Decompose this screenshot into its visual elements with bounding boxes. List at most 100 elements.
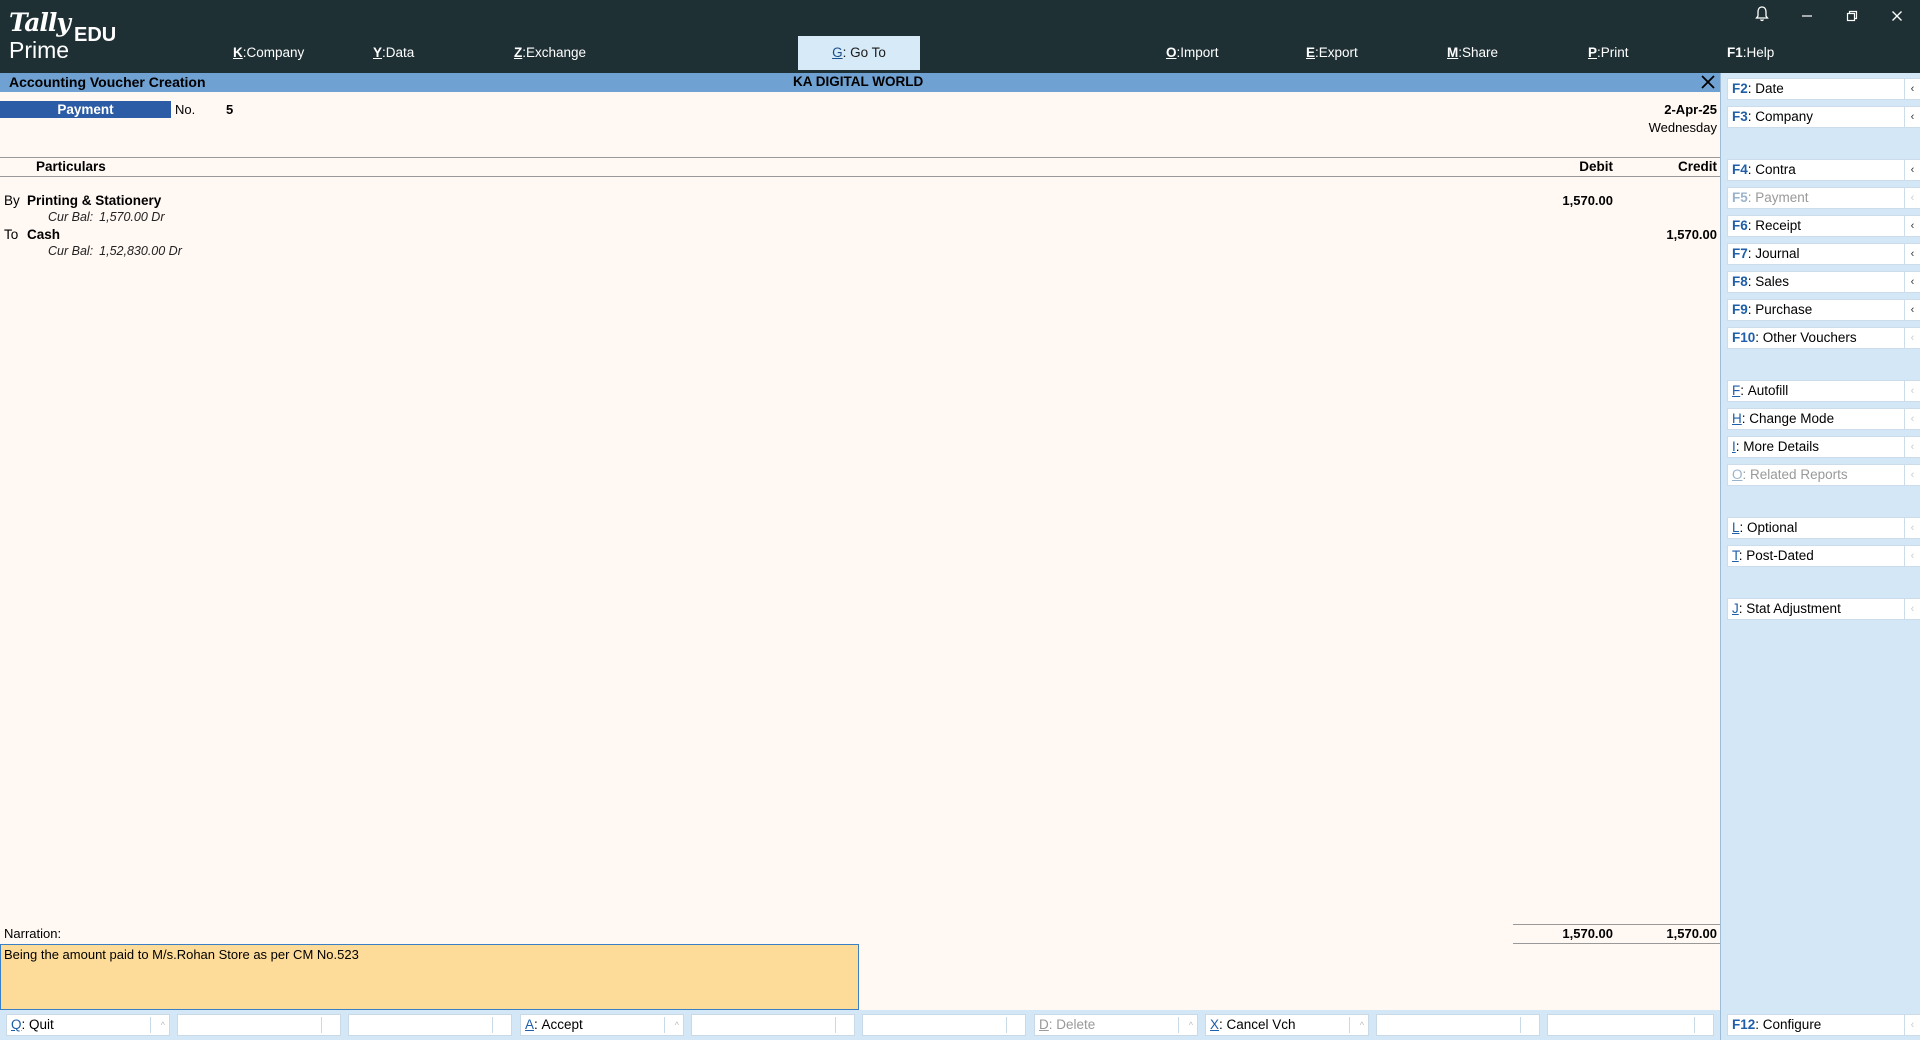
accept-button[interactable]: A: Accept ^: [520, 1014, 684, 1036]
optional-button[interactable]: L: Optional ‹: [1727, 517, 1920, 539]
screen-title-bar: Accounting Voucher Creation KA DIGITAL W…: [0, 73, 1720, 92]
menu-export[interactable]: E:Export: [1306, 45, 1358, 60]
empty-button[interactable]: [1547, 1014, 1714, 1036]
change-mode-key: H: [1732, 411, 1742, 426]
menu-export-key: E: [1306, 45, 1316, 60]
contra-button[interactable]: F4: Contra ‹: [1727, 159, 1920, 181]
chevron-up-icon: ^: [1188, 1020, 1193, 1030]
menu-print-key: P: [1588, 45, 1598, 60]
purchase-button[interactable]: F9: Purchase ‹: [1727, 299, 1920, 321]
chevron-left-icon: ‹: [1904, 1015, 1920, 1035]
purchase-label: Purchase: [1755, 302, 1813, 317]
logo-edition-text: EDU: [74, 24, 117, 46]
voucher-area: Payment No. 5 2-Apr-25 Wednesday Particu…: [0, 92, 1720, 1010]
voucher-date[interactable]: 2-Apr-25: [1664, 102, 1717, 117]
entry-credit[interactable]: 1,570.00: [1666, 227, 1717, 242]
company-label: Company: [1755, 109, 1814, 124]
related-reports-key: O: [1732, 467, 1743, 482]
payment-label: Payment: [1755, 190, 1809, 205]
restore-icon[interactable]: [1837, 6, 1867, 28]
sales-button[interactable]: F8: Sales ‹: [1727, 271, 1920, 293]
empty-button[interactable]: [348, 1014, 512, 1036]
entry-row[interactable]: To Cash Cur Bal: 1,52,830.00 Dr 1,570.00: [0, 227, 1720, 261]
menu-import-key: O: [1166, 45, 1177, 60]
voucher-type[interactable]: Payment: [0, 101, 171, 118]
sales-label: Sales: [1755, 274, 1790, 289]
journal-label: Journal: [1755, 246, 1800, 261]
entry-row[interactable]: By Printing & Stationery Cur Bal: 1,570.0…: [0, 193, 1720, 227]
menu-data-key: Y: [373, 45, 383, 60]
menu-share-key: M: [1447, 45, 1459, 60]
entry-ledger[interactable]: Cash: [27, 227, 60, 242]
autofill-key: F: [1732, 383, 1741, 398]
menu-help-label: Help: [1746, 45, 1775, 60]
change-mode-button[interactable]: H: Change Mode ‹: [1727, 408, 1920, 430]
company-button[interactable]: F3: Company ‹: [1727, 106, 1920, 128]
menu-exchange-key: Z: [514, 45, 523, 60]
empty-button[interactable]: [862, 1014, 1026, 1036]
menu-data[interactable]: Y:Data: [373, 45, 414, 60]
configure-key: F12: [1732, 1017, 1756, 1032]
date-key: F2: [1732, 81, 1748, 96]
menu-share[interactable]: M:Share: [1447, 45, 1498, 60]
bell-icon[interactable]: [1747, 6, 1777, 28]
entry-ledger[interactable]: Printing & Stationery: [27, 193, 161, 208]
entry-debit[interactable]: 1,570.00: [1562, 193, 1613, 208]
close-screen-icon[interactable]: [1700, 71, 1716, 94]
other-vouchers-button[interactable]: F10: Other Vouchers ‹: [1727, 327, 1920, 349]
journal-key: F7: [1732, 246, 1748, 261]
menu-export-label: Export: [1318, 45, 1358, 60]
menu-help[interactable]: F1:Help: [1727, 45, 1774, 60]
chevron-left-icon: ‹: [1904, 381, 1920, 401]
post-dated-label: Post-Dated: [1746, 548, 1814, 563]
chevron-left-icon: ‹: [1904, 300, 1920, 320]
menu-print[interactable]: P:Print: [1588, 45, 1629, 60]
journal-button[interactable]: F7: Journal ‹: [1727, 243, 1920, 265]
close-icon[interactable]: [1882, 6, 1912, 28]
screen-title: Accounting Voucher Creation: [9, 74, 206, 90]
post-dated-button[interactable]: T: Post-Dated ‹: [1727, 545, 1920, 567]
configure-button[interactable]: F12: Configure ‹: [1727, 1014, 1920, 1036]
top-menu-bar: Tally Prime EDU K:Company Y:Data Z:Excha…: [0, 0, 1920, 73]
related-reports-label: Related Reports: [1750, 467, 1848, 482]
quit-label: Quit: [29, 1017, 54, 1032]
receipt-button[interactable]: F6: Receipt ‹: [1727, 215, 1920, 237]
menu-import[interactable]: O:Import: [1166, 45, 1219, 60]
menu-exchange[interactable]: Z:Exchange: [514, 45, 586, 60]
payment-button[interactable]: F5: Payment ‹: [1727, 187, 1920, 209]
delete-label: Delete: [1056, 1017, 1096, 1032]
chevron-up-icon: ^: [1359, 1020, 1364, 1030]
voucher-no-value[interactable]: 5: [226, 102, 233, 117]
empty-button[interactable]: [177, 1014, 341, 1036]
menu-goto-key: G: [832, 45, 843, 60]
accept-key: A: [525, 1017, 535, 1032]
quit-button[interactable]: Q: Quit ^: [6, 1014, 170, 1036]
logo-tally-text: Tally: [9, 8, 71, 37]
menu-goto[interactable]: G: Go To: [798, 36, 920, 70]
entry-prefix: By: [4, 193, 20, 208]
more-details-key: I: [1732, 439, 1736, 454]
header-divider-bottom: [0, 176, 1720, 177]
other-vouchers-key: F10: [1732, 330, 1756, 345]
more-details-button[interactable]: I: More Details ‹: [1727, 436, 1920, 458]
date-button[interactable]: F2: Date ‹: [1727, 78, 1920, 100]
change-mode-label: Change Mode: [1749, 411, 1835, 426]
autofill-label: Autofill: [1747, 383, 1789, 398]
cancel-voucher-button[interactable]: X: Cancel Vch ^: [1205, 1014, 1369, 1036]
related-reports-button[interactable]: O: Related Reports ‹: [1727, 464, 1920, 486]
delete-button[interactable]: D: Delete ^: [1034, 1014, 1198, 1036]
chevron-up-icon: ^: [160, 1020, 165, 1030]
autofill-button[interactable]: F: Autofill ‹: [1727, 380, 1920, 402]
minimize-icon[interactable]: [1792, 6, 1822, 28]
curbal-value: 1,570.00 Dr: [99, 210, 165, 224]
total-debit: 1,570.00: [1562, 926, 1613, 941]
receipt-label: Receipt: [1755, 218, 1802, 233]
empty-button[interactable]: [691, 1014, 855, 1036]
receipt-key: F6: [1732, 218, 1748, 233]
menu-company[interactable]: K:Company: [233, 45, 304, 60]
chevron-left-icon: ‹: [1904, 272, 1920, 292]
contra-key: F4: [1732, 162, 1748, 177]
empty-button[interactable]: [1376, 1014, 1540, 1036]
stat-adjustment-button[interactable]: J: Stat Adjustment ‹: [1727, 598, 1920, 620]
narration-input[interactable]: Being the amount paid to M/s.Rohan Store…: [0, 944, 859, 1010]
